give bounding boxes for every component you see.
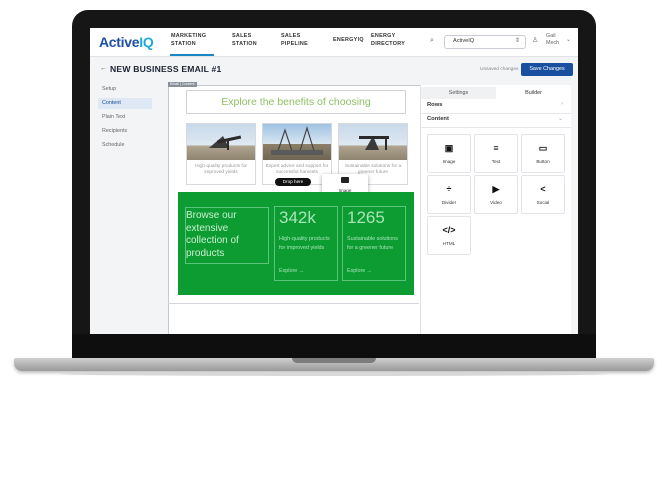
block-social[interactable]: < Social bbox=[521, 175, 565, 214]
activeiq-logo[interactable]: ActiveIQ bbox=[99, 34, 154, 50]
nav-sales-pipeline[interactable]: SALES PIPELINE bbox=[281, 32, 308, 48]
laptop-notch bbox=[292, 358, 376, 363]
nav-energyiq[interactable]: ENERGYIQ bbox=[333, 36, 364, 44]
image-icon bbox=[341, 177, 349, 183]
stat-description: Sustainable solutions for a greener futu… bbox=[347, 236, 398, 251]
hero-title: Explore the benefits of choosing bbox=[221, 96, 371, 108]
nav-marketing-station[interactable]: MARKETING STATION bbox=[171, 32, 206, 48]
menu-item-plain-text[interactable]: Plain Text bbox=[98, 112, 152, 123]
button-icon: ▭ bbox=[538, 143, 548, 153]
stat-block[interactable]: 342k High-quality products for improved … bbox=[274, 206, 338, 281]
block-label: Button bbox=[536, 159, 550, 164]
oil-field-photo bbox=[187, 124, 255, 160]
chevron-updown-icon: ⇕ bbox=[514, 38, 520, 44]
top-header: ActiveIQ MARKETING STATION SALES STATION S… bbox=[90, 28, 578, 57]
user-icon: ♙ bbox=[532, 37, 539, 44]
explore-link[interactable]: Explore → bbox=[347, 268, 372, 274]
nav-sales-station[interactable]: SALES STATION bbox=[232, 32, 257, 48]
rows-label: Rows bbox=[427, 102, 443, 108]
block-label: Social bbox=[536, 200, 550, 205]
drop-here-indicator: Drop here bbox=[275, 178, 311, 186]
block-label: Text bbox=[491, 159, 501, 164]
menu-item-content[interactable]: Content bbox=[98, 98, 152, 109]
text-icon: ≡ bbox=[493, 143, 499, 153]
block-label: Video bbox=[490, 200, 502, 205]
divider-icon: ÷ bbox=[446, 184, 452, 194]
block-image[interactable]: ▣ Image bbox=[427, 134, 471, 173]
browse-text-block[interactable]: Browse our extensive collection of produ… bbox=[185, 207, 269, 264]
block-html[interactable]: </> HTML bbox=[427, 216, 471, 255]
block-label: Image bbox=[442, 159, 456, 164]
canvas-divider bbox=[168, 303, 419, 304]
explore-link[interactable]: Explore → bbox=[279, 268, 304, 274]
card-caption: High-quality products for improved yield… bbox=[195, 164, 247, 175]
menu-item-recipients[interactable]: Recipients bbox=[98, 126, 152, 137]
nav-energy-directory[interactable]: ENERGY DIRECTORY bbox=[371, 32, 405, 48]
unsaved-status: Unsaved changes bbox=[480, 67, 519, 72]
stat-description: High-quality products for improved yield… bbox=[279, 236, 330, 251]
block-button[interactable]: ▭ Button bbox=[521, 134, 565, 173]
stat-number: 342k bbox=[279, 208, 316, 227]
user-name[interactable]: Gail Mech bbox=[546, 33, 559, 47]
account-select-value: ActiveIQ bbox=[453, 38, 475, 44]
nav-active-underline bbox=[170, 54, 214, 56]
browse-heading: Browse our extensive collection of produ… bbox=[186, 210, 239, 259]
search-icon[interactable]: ⌕ bbox=[430, 37, 434, 45]
menu-item-setup[interactable]: Setup bbox=[98, 84, 152, 95]
content-label: Content bbox=[427, 116, 449, 122]
hero-text-block[interactable]: Explore the benefits of choosing bbox=[186, 90, 406, 114]
block-divider[interactable]: ÷ Divider bbox=[427, 175, 471, 214]
tab-settings[interactable]: Settings bbox=[421, 87, 496, 99]
tab-builder[interactable]: Builder bbox=[496, 87, 571, 99]
content-section[interactable]: Content ⌄ bbox=[421, 113, 571, 128]
account-select[interactable]: ActiveIQ ⇕ bbox=[444, 35, 526, 49]
chevron-right-icon: › bbox=[561, 101, 563, 107]
image-icon: ▣ bbox=[444, 143, 454, 153]
block-video[interactable]: ▶ Video bbox=[474, 175, 518, 214]
block-text[interactable]: ≡ Text bbox=[474, 134, 518, 173]
stat-number: 1265 bbox=[347, 208, 385, 227]
menu-item-schedule[interactable]: Schedule bbox=[98, 140, 152, 151]
image-card[interactable]: High-quality products for improved yield… bbox=[186, 123, 256, 185]
refinery-photo bbox=[263, 124, 331, 160]
email-content-tag: Email | Content bbox=[168, 82, 197, 87]
app-screen: ActiveIQ MARKETING STATION SALES STATION S… bbox=[90, 28, 578, 334]
page-title: NEW BUSINESS EMAIL #1 bbox=[110, 64, 222, 74]
block-label: HTML bbox=[442, 241, 456, 246]
back-arrow-icon[interactable]: ← bbox=[100, 65, 107, 72]
share-icon: < bbox=[540, 184, 546, 194]
card-caption: Expert advice and support for successful… bbox=[265, 164, 329, 175]
code-icon: </> bbox=[442, 225, 456, 235]
block-label: Divider bbox=[441, 200, 457, 205]
rows-section[interactable]: Rows › bbox=[421, 99, 571, 114]
laptop-shadow bbox=[60, 372, 608, 376]
stat-block[interactable]: 1265 Sustainable solutions for a greener… bbox=[342, 206, 406, 281]
builder-panel: Settings Builder Rows › Content ⌄ ▣ Imag… bbox=[420, 85, 571, 334]
chevron-down-icon: ⌄ bbox=[557, 116, 563, 122]
chevron-down-icon[interactable]: ⌄ bbox=[566, 36, 571, 43]
green-promo-section[interactable]: Browse our extensive collection of produ… bbox=[178, 192, 414, 295]
video-icon: ▶ bbox=[492, 184, 500, 194]
save-changes-button[interactable]: Save Changes bbox=[521, 63, 573, 76]
pumpjack-photo bbox=[339, 124, 407, 160]
